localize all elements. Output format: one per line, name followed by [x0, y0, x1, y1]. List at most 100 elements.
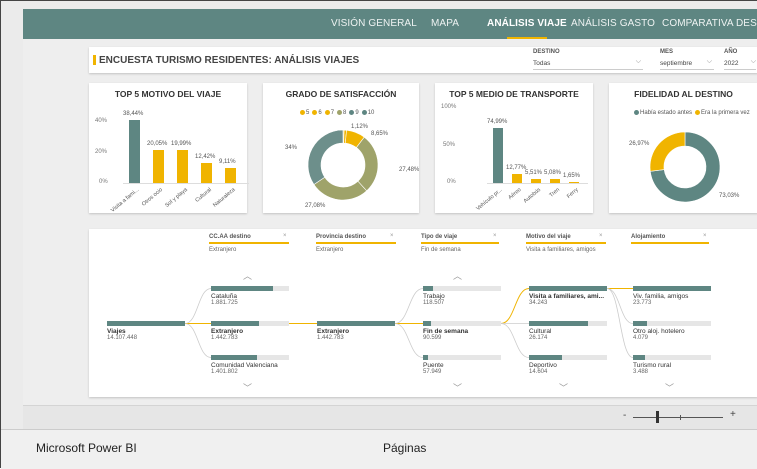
mes-slicer-value: septiembre [660, 60, 693, 67]
x-tick-label: Vehículo pr... [475, 187, 504, 213]
top-navigation-bar: VISIÓN GENERAL MAPA ANÁLISIS VIAJE ANÁLI… [23, 9, 757, 39]
filter-alojamiento-header: Alojamiento [631, 234, 666, 240]
mes-slicer[interactable]: septiembre ⌵ [660, 58, 714, 70]
close-icon[interactable]: × [599, 233, 603, 239]
destino-slicer-label: DESTINO [533, 49, 560, 55]
slice-label: 1,12% [351, 124, 369, 130]
tab-vision-general[interactable]: VISIÓN GENERAL [331, 18, 417, 29]
chevron-down-icon[interactable]: ﹀ [559, 381, 568, 394]
donut-slice[interactable] [307, 129, 344, 185]
x-tick-label: Sol y playa [163, 187, 189, 209]
zoom-slider-track[interactable] [633, 417, 723, 418]
chevron-down-icon[interactable]: ﹀ [453, 381, 462, 394]
tree-node-value: 57.949 [423, 369, 442, 375]
tree-node-name[interactable]: Puente [423, 362, 444, 369]
transporte-chart-title: TOP 5 MEDIO DE TRANSPORTE [449, 89, 579, 99]
tree-node-bar [529, 355, 562, 360]
tree-node-bar [633, 355, 645, 360]
bar[interactable] [201, 162, 212, 183]
fidelidad-donut: 73,03% 26,97% [629, 131, 740, 203]
tree-node-bar-bg [423, 355, 501, 360]
bar[interactable] [177, 150, 188, 183]
donut-slice[interactable] [649, 131, 686, 172]
tree-node-name[interactable]: Viv. familia, amigos [633, 293, 688, 300]
filter-provincia-value: Extranjero [316, 247, 344, 253]
bar[interactable] [493, 128, 503, 183]
destino-slicer[interactable]: Todas ⌵ [533, 58, 643, 70]
zoom-slider-thumb[interactable] [656, 411, 659, 423]
filter-tipo-value: Fin de semana [421, 247, 461, 253]
data-label: 1,65% [563, 172, 581, 179]
bar[interactable] [531, 178, 541, 183]
tree-node-value: 26.174 [529, 335, 548, 341]
tree-root-name: Viajes [107, 328, 126, 335]
tab-analisis-viaje[interactable]: ANÁLISIS VIAJE [487, 18, 567, 29]
tree-node-bar [211, 321, 259, 326]
tree-node-name[interactable]: Trabajo [423, 293, 445, 300]
bar[interactable] [129, 119, 140, 183]
data-label: 38,44% [123, 110, 144, 117]
bar[interactable] [550, 179, 560, 183]
tree-node-value: 118.507 [423, 300, 445, 306]
zoom-slider-tick [680, 415, 681, 420]
anio-slicer-label: AÑO [724, 49, 738, 55]
tree-node-name[interactable]: Comunidad Valenciana [211, 362, 278, 369]
bar[interactable] [225, 168, 236, 183]
tree-node-name[interactable]: Extranjero [317, 328, 349, 335]
close-icon[interactable]: × [493, 233, 497, 239]
tab-comparativa-destinos[interactable]: COMPARATIVA DESTINOS [662, 18, 757, 29]
bar[interactable] [512, 173, 522, 183]
tree-node-name[interactable]: Extranjero [211, 328, 243, 335]
tree-node-name[interactable]: Fin de semana [423, 328, 468, 335]
x-axis-line [123, 183, 249, 184]
tree-node-value: 1.442.783 [211, 335, 238, 341]
filter-underline [631, 242, 709, 244]
chevron-up-icon[interactable]: ︿ [243, 269, 252, 282]
tree-node-value: 34.243 [529, 300, 548, 306]
bar[interactable] [569, 181, 579, 183]
tree-node-name[interactable]: Otro aloj. hotelero [633, 328, 685, 335]
data-label: 12,42% [195, 153, 216, 160]
tab-mapa[interactable]: MAPA [431, 18, 459, 29]
tree-node-name[interactable]: Cultural [529, 328, 551, 335]
tree-link [500, 323, 530, 358]
status-bar: Microsoft Power BI Páginas [1, 429, 757, 469]
close-icon[interactable]: × [703, 233, 707, 239]
tree-node-bar [529, 286, 607, 291]
tree-link [606, 288, 634, 358]
tree-node-value: 1.401.802 [211, 369, 238, 375]
slice-label: 73,03% [719, 193, 740, 199]
data-label: 19,99% [171, 141, 192, 148]
satisfaccion-donut: 1,12%8,65% 27,48% 27,08% 34% [285, 124, 419, 209]
fidelidad-card: FIDELIDAD AL DESTINO Había estado antes E… [609, 83, 757, 213]
y-tick-label: 0% [447, 179, 456, 185]
tree-node-value: 23.773 [633, 300, 652, 306]
zoom-out-button[interactable]: - [623, 410, 626, 421]
tree-node-name[interactable]: Visita a familiares, ami... [529, 293, 604, 300]
tree-node-value: 14.604 [529, 369, 548, 375]
tree-node-value: 4.079 [633, 335, 649, 341]
tree-node-bar [211, 286, 273, 291]
y-tick-label: 0% [99, 179, 108, 185]
tree-link [500, 288, 530, 324]
tree-node-bar [423, 355, 428, 360]
chevron-down-icon[interactable]: ﹀ [665, 381, 674, 394]
tree-node-name[interactable]: Cataluña [211, 293, 237, 300]
data-label: 5,08% [544, 170, 562, 177]
zoom-in-button[interactable]: + [730, 409, 736, 420]
chevron-down-icon[interactable]: ﹀ [243, 381, 252, 394]
close-icon[interactable]: × [283, 233, 287, 239]
slice-label: 27,08% [305, 203, 326, 209]
tree-node-bar [317, 321, 395, 326]
tree-node-name[interactable]: Turismo rural [633, 362, 671, 369]
tab-analisis-gasto[interactable]: ANÁLISIS GASTO [571, 18, 655, 29]
pages-button[interactable]: Páginas [383, 441, 426, 455]
x-tick-label: Cultural [193, 187, 213, 204]
close-icon[interactable]: × [390, 233, 394, 239]
data-label: 74,99% [487, 119, 508, 126]
anio-slicer[interactable]: 2022 ⌵ [724, 58, 756, 70]
tree-node-name[interactable]: Deportivo [529, 362, 557, 369]
brand-label: Microsoft Power BI [36, 441, 137, 455]
chevron-up-icon[interactable]: ︿ [453, 269, 462, 282]
bar[interactable] [153, 150, 164, 183]
